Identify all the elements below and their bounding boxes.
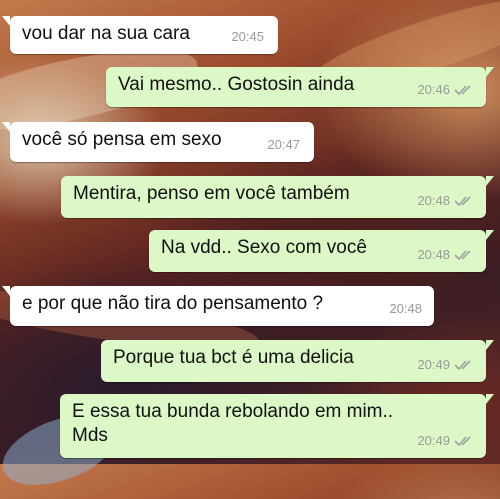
message-time: 20:48: [417, 247, 450, 262]
message-text: Vai mesmo.. Gostosin ainda: [118, 74, 355, 95]
message-time: 20:45: [231, 29, 264, 44]
message-text: e por que não tira do pensamento ?: [22, 293, 324, 314]
message-text: Mentira, penso em você também: [73, 183, 350, 204]
message-time: 20:49: [417, 357, 450, 372]
message-text: Porque tua bct é uma delicia: [113, 347, 354, 368]
double-check-icon: [454, 85, 471, 96]
message-time: 20:47: [267, 137, 300, 152]
message-time: 20:48: [389, 301, 422, 316]
message-text: vou dar na sua cara: [22, 23, 190, 44]
message-bubble-incoming[interactable]: você só pensa em sexo 20:47: [2, 122, 314, 162]
message-text: você só pensa em sexo: [22, 129, 222, 150]
message-text-line-2: Mds: [72, 425, 108, 446]
message-bubble-outgoing[interactable]: Vai mesmo.. Gostosin ainda 20:46: [106, 67, 494, 107]
message-bubble-incoming[interactable]: vou dar na sua cara 20:45: [2, 16, 278, 54]
double-check-icon: [454, 436, 471, 447]
message-bubble-outgoing[interactable]: Na vdd.. Sexo com você 20:48: [149, 230, 494, 272]
message-text: Na vdd.. Sexo com você: [161, 237, 367, 258]
message-time: 20:46: [417, 82, 450, 97]
message-bubble-outgoing[interactable]: Porque tua bct é uma delicia 20:49: [101, 340, 494, 382]
message-bubble-outgoing[interactable]: E essa tua bunda rebolando em mim.. Mds …: [60, 394, 494, 458]
message-bubble-outgoing[interactable]: Mentira, penso em você também 20:48: [61, 176, 494, 218]
double-check-icon: [454, 360, 471, 371]
double-check-icon: [454, 250, 471, 261]
message-text-line-1: E essa tua bunda rebolando em mim..: [72, 401, 394, 422]
double-check-icon: [454, 196, 471, 207]
message-time: 20:48: [417, 193, 450, 208]
message-time: 20:49: [417, 433, 450, 448]
message-bubble-incoming[interactable]: e por que não tira do pensamento ? 20:48: [2, 286, 434, 326]
